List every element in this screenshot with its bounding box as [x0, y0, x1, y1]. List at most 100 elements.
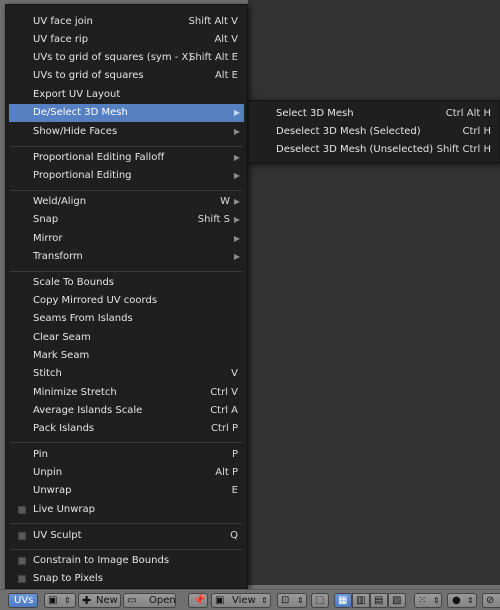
menu-item-shortcut: Ctrl A — [210, 405, 238, 416]
menu-item-show-hide-faces[interactable]: Show/Hide Faces ▶ — [9, 123, 244, 141]
menu-item-seams-from-islands[interactable]: Seams From Islands — [9, 310, 244, 328]
menu-item-label: Average Islands Scale — [33, 405, 143, 416]
menu-item-shortcut: Shift Alt V — [188, 16, 238, 27]
menu-item-unwrap[interactable]: Unwrap E — [9, 482, 244, 500]
menu-item-pack-islands[interactable]: Pack Islands Ctrl P — [9, 420, 244, 438]
menu-item-label: Stitch — [33, 368, 62, 379]
menu-item-scale-to-bounds[interactable]: Scale To Bounds — [9, 274, 244, 292]
submenu-item-deselect-3d-mesh-unselected[interactable]: Deselect 3D Mesh (Unselected) Shift Ctrl … — [251, 141, 497, 159]
menu-item-copy-mirrored-uv-coords[interactable]: Copy Mirrored UV coords — [9, 292, 244, 310]
up-down-arrows-icon: ⇕ — [467, 596, 474, 605]
snap-grid-icon: ⁙ — [418, 595, 427, 606]
proportional-editing-dropdown[interactable]: ● ⇕ — [447, 593, 477, 608]
menu-item-snap-to-pixels[interactable]: Snap to Pixels — [9, 570, 244, 588]
menu-item-proportional-editing[interactable]: Proportional Editing ▶ — [9, 167, 244, 185]
menu-item-snap[interactable]: Snap Shift S ▶ — [9, 211, 244, 229]
menu-separator — [10, 190, 243, 191]
menu-item-shortcut: Q — [230, 530, 238, 541]
menu-item-label: Pack Islands — [33, 423, 95, 434]
menu-item-label: Unpin — [33, 467, 63, 478]
open-image-button[interactable]: ▭ Open — [123, 593, 176, 608]
face-select-mode-button[interactable]: ▤ — [370, 593, 388, 608]
submenu-item-select-3d-mesh[interactable]: Select 3D Mesh Ctrl Alt H — [251, 105, 497, 123]
snap-element-dropdown[interactable]: ⁙ ⇕ — [414, 593, 442, 608]
menu-item-transform[interactable]: Transform ▶ — [9, 248, 244, 266]
menu-separator — [10, 523, 243, 524]
uvs-menu-button[interactable]: UVs — [8, 593, 38, 608]
menu-item-label: Pin — [33, 449, 48, 460]
menu-item-shortcut: W — [220, 196, 230, 207]
view-mode-dropdown[interactable]: ▣ View ⇕ — [211, 593, 271, 608]
menu-item-shortcut: Shift S — [197, 214, 230, 225]
menu-item-constrain-to-image-bounds[interactable]: Constrain to Image Bounds — [9, 552, 244, 570]
deselect-3d-mesh-submenu: Select 3D Mesh Ctrl Alt H Deselect 3D Mes… — [248, 100, 500, 163]
menu-item-label: Weld/Align — [33, 196, 87, 207]
submenu-item-deselect-3d-mesh-selected[interactable]: Deselect 3D Mesh (Selected) Ctrl H — [251, 123, 497, 141]
view-label: View — [232, 595, 256, 606]
menu-item-uv-face-rip[interactable]: UV face rip Alt V — [9, 31, 244, 49]
menu-item-uv-sculpt[interactable]: UV Sculpt Q — [9, 527, 244, 545]
menu-item-shortcut: Shift Ctrl H — [436, 144, 491, 155]
menu-item-label: Deselect 3D Mesh (Unselected) — [276, 144, 434, 155]
menu-item-label: Transform — [33, 251, 83, 262]
pin-image-button[interactable]: 📌 — [188, 593, 208, 608]
menu-item-mirror[interactable]: Mirror ▶ — [9, 230, 244, 248]
menu-item-shortcut: Ctrl P — [210, 423, 238, 434]
menu-item-weld-align[interactable]: Weld/Align W ▶ — [9, 193, 244, 211]
menu-item-live-unwrap[interactable]: Live Unwrap — [9, 501, 244, 519]
menu-item-label: Copy Mirrored UV coords — [33, 295, 158, 306]
menu-item-label: De/Select 3D Mesh — [33, 107, 128, 118]
menu-item-label: Clear Seam — [33, 332, 91, 343]
island-select-icon: ▧ — [392, 595, 402, 606]
menu-item-shortcut: Ctrl V — [210, 387, 238, 398]
menu-item-shortcut: Alt E — [214, 70, 238, 81]
checkbox-icon — [18, 532, 26, 540]
menu-item-label: Select 3D Mesh — [276, 108, 354, 119]
menu-item-deselect-3d-mesh[interactable]: De/Select 3D Mesh ▶ — [9, 104, 244, 122]
menu-item-clear-seam[interactable]: Clear Seam — [9, 329, 244, 347]
menu-item-label: UV Sculpt — [33, 530, 82, 541]
image-icon: ▣ — [48, 595, 58, 606]
checkbox-icon — [18, 557, 26, 565]
menu-item-proportional-editing-falloff[interactable]: Proportional Editing Falloff ▶ — [9, 149, 244, 167]
image-editor-header: UVs ▣ ⇕ ✚ New ▭ Open 📌 ▣ View ⇕ ⊡ ⇕ ⬚ ▦ … — [0, 589, 500, 610]
menu-item-label: Snap to Pixels — [33, 573, 103, 584]
pin-icon: 📌 — [193, 595, 206, 606]
menu-item-stitch[interactable]: Stitch V — [9, 365, 244, 383]
menu-item-export-uv-layout[interactable]: Export UV Layout — [9, 86, 244, 104]
menu-item-uvs-to-grid[interactable]: UVs to grid of squares Alt E — [9, 67, 244, 85]
new-image-button[interactable]: ✚ New — [78, 593, 121, 608]
edge-select-mode-button[interactable]: ▥ — [352, 593, 370, 608]
menu-separator — [10, 442, 243, 443]
up-down-arrows-icon: ⇕ — [64, 596, 71, 605]
menu-item-uvs-to-grid-sym[interactable]: UVs to grid of squares (sym - X) Shift Al… — [9, 49, 244, 67]
edge-select-icon: ▥ — [356, 595, 366, 606]
up-down-arrows-icon: ⇕ — [261, 596, 268, 605]
up-down-arrows-icon: ⇕ — [297, 596, 304, 605]
menu-item-shortcut: Ctrl H — [462, 126, 492, 137]
menu-item-label: Minimize Stretch — [33, 387, 117, 398]
menu-separator — [10, 549, 243, 550]
pivot-point-dropdown[interactable]: ⊡ ⇕ — [277, 593, 307, 608]
menu-item-pin[interactable]: Pin P — [9, 446, 244, 464]
menu-item-label: Unwrap — [33, 485, 72, 496]
submenu-arrow-icon: ▶ — [233, 215, 240, 224]
menu-item-label: Show/Hide Faces — [33, 126, 118, 137]
island-select-mode-button[interactable]: ▧ — [388, 593, 406, 608]
menu-item-label: Constrain to Image Bounds — [33, 555, 170, 566]
menu-item-mark-seam[interactable]: Mark Seam — [9, 347, 244, 365]
menu-item-unpin[interactable]: Unpin Alt P — [9, 464, 244, 482]
menu-item-uv-face-join[interactable]: UV face join Shift Alt V — [9, 13, 244, 31]
menu-item-label: UV face rip — [33, 34, 89, 45]
menu-item-minimize-stretch[interactable]: Minimize Stretch Ctrl V — [9, 384, 244, 402]
menu-item-average-islands-scale[interactable]: Average Islands Scale Ctrl A — [9, 402, 244, 420]
menu-item-shortcut: P — [231, 449, 238, 460]
new-label: New — [96, 595, 118, 606]
sticky-selection-button[interactable]: ⬚ — [311, 593, 329, 608]
render-slot-button[interactable]: ⊘ — [482, 593, 500, 608]
image-browse-dropdown[interactable]: ▣ ⇕ — [44, 593, 76, 608]
menu-item-label: Seams From Islands — [33, 313, 133, 324]
folder-icon: ▭ — [127, 595, 137, 606]
pivot-icon: ⊡ — [281, 595, 290, 606]
vertex-select-mode-button[interactable]: ▦ — [334, 593, 352, 608]
